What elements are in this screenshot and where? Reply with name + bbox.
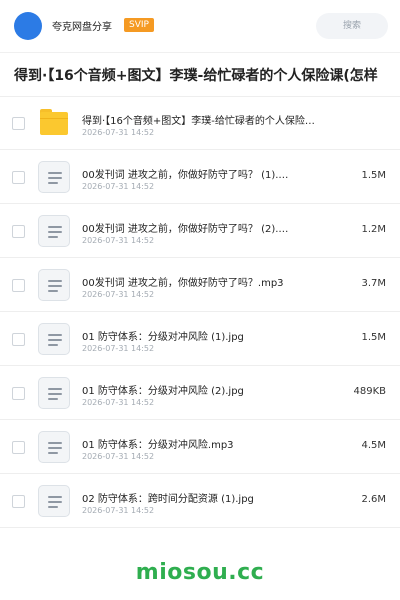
- file-date: 2026-07-31 14:52: [82, 236, 155, 245]
- file-date: 2026-07-31 14:52: [82, 398, 155, 407]
- file-name: 01 防守体系：分级对冲风险 (1).jpg: [82, 332, 244, 343]
- file-date: 2026-07-31 14:52: [82, 182, 155, 191]
- file-date: 2026-07-31 14:52: [82, 344, 155, 353]
- file-size: 1.2M: [361, 224, 386, 235]
- file-date: 2026-07-31 14:52: [82, 128, 155, 137]
- username[interactable]: 夸克网盘分享: [52, 18, 112, 33]
- file-row[interactable]: 得到·【16个音频+图文】李璞-给忙碌者的个人保险… 2026-07-31 14…: [0, 96, 400, 150]
- row-checkbox[interactable]: [12, 387, 25, 400]
- file-size: 2.6M: [361, 494, 386, 505]
- file-name: 00发刊词 进攻之前，你做好防守了吗？ (1).…: [82, 170, 289, 181]
- row-checkbox[interactable]: [12, 495, 25, 508]
- svip-badge: SVIP: [124, 18, 154, 32]
- file-size: 3.7M: [361, 278, 386, 289]
- document-icon: [38, 485, 70, 517]
- file-size: 1.5M: [361, 170, 386, 181]
- page: 夸克网盘分享 SVIP 搜索 得到·【16个音频+图文】李璞-给忙碌者的个人保险…: [0, 0, 400, 600]
- file-row[interactable]: 00发刊词 进攻之前，你做好防守了吗？.mp3 2026-07-31 14:52…: [0, 258, 400, 312]
- file-row[interactable]: 01 防守体系：分级对冲风险 (2).jpg 2026-07-31 14:52 …: [0, 366, 400, 420]
- file-name: 01 防守体系：分级对冲风险.mp3: [82, 440, 234, 451]
- avatar[interactable]: [14, 12, 42, 40]
- watermark-logo: miosou.cc: [135, 560, 265, 585]
- file-size: 489KB: [353, 386, 386, 397]
- file-list: 得到·【16个音频+图文】李璞-给忙碌者的个人保险… 2026-07-31 14…: [0, 96, 400, 528]
- title-bar: 得到·【16个音频+图文】李璞-给忙碌者的个人保险课(怎样: [0, 52, 400, 97]
- page-title: 得到·【16个音频+图文】李璞-给忙碌者的个人保险课(怎样: [14, 68, 378, 84]
- row-checkbox[interactable]: [12, 333, 25, 346]
- file-name: 02 防守体系：跨时间分配资源 (1).jpg: [82, 494, 254, 505]
- file-name: 01 防守体系：分级对冲风险 (2).jpg: [82, 386, 244, 397]
- file-date: 2026-07-31 14:52: [82, 452, 155, 461]
- document-icon: [38, 161, 70, 193]
- file-name: 得到·【16个音频+图文】李璞-给忙碌者的个人保险…: [82, 116, 315, 127]
- file-row[interactable]: 02 防守体系：跨时间分配资源 (1).jpg 2026-07-31 14:52…: [0, 474, 400, 528]
- row-checkbox[interactable]: [12, 117, 25, 130]
- folder-icon: [40, 109, 68, 135]
- file-row[interactable]: 00发刊词 进攻之前，你做好防守了吗？ (2).… 2026-07-31 14:…: [0, 204, 400, 258]
- row-checkbox[interactable]: [12, 279, 25, 292]
- document-icon: [38, 431, 70, 463]
- file-row[interactable]: 00发刊词 进攻之前，你做好防守了吗？ (1).… 2026-07-31 14:…: [0, 150, 400, 204]
- header: 夸克网盘分享 SVIP 搜索: [0, 0, 400, 53]
- row-checkbox[interactable]: [12, 225, 25, 238]
- search-input[interactable]: 搜索: [316, 13, 388, 39]
- document-icon: [38, 377, 70, 409]
- row-checkbox[interactable]: [12, 441, 25, 454]
- file-name: 00发刊词 进攻之前，你做好防守了吗？.mp3: [82, 278, 284, 289]
- document-icon: [38, 269, 70, 301]
- row-checkbox[interactable]: [12, 171, 25, 184]
- file-row[interactable]: 01 防守体系：分级对冲风险.mp3 2026-07-31 14:52 4.5M: [0, 420, 400, 474]
- document-icon: [38, 215, 70, 247]
- file-date: 2026-07-31 14:52: [82, 290, 155, 299]
- file-size: 1.5M: [361, 332, 386, 343]
- document-icon: [38, 323, 70, 355]
- file-name: 00发刊词 进攻之前，你做好防守了吗？ (2).…: [82, 224, 289, 235]
- file-date: 2026-07-31 14:52: [82, 506, 155, 515]
- file-row[interactable]: 01 防守体系：分级对冲风险 (1).jpg 2026-07-31 14:52 …: [0, 312, 400, 366]
- file-size: 4.5M: [361, 440, 386, 451]
